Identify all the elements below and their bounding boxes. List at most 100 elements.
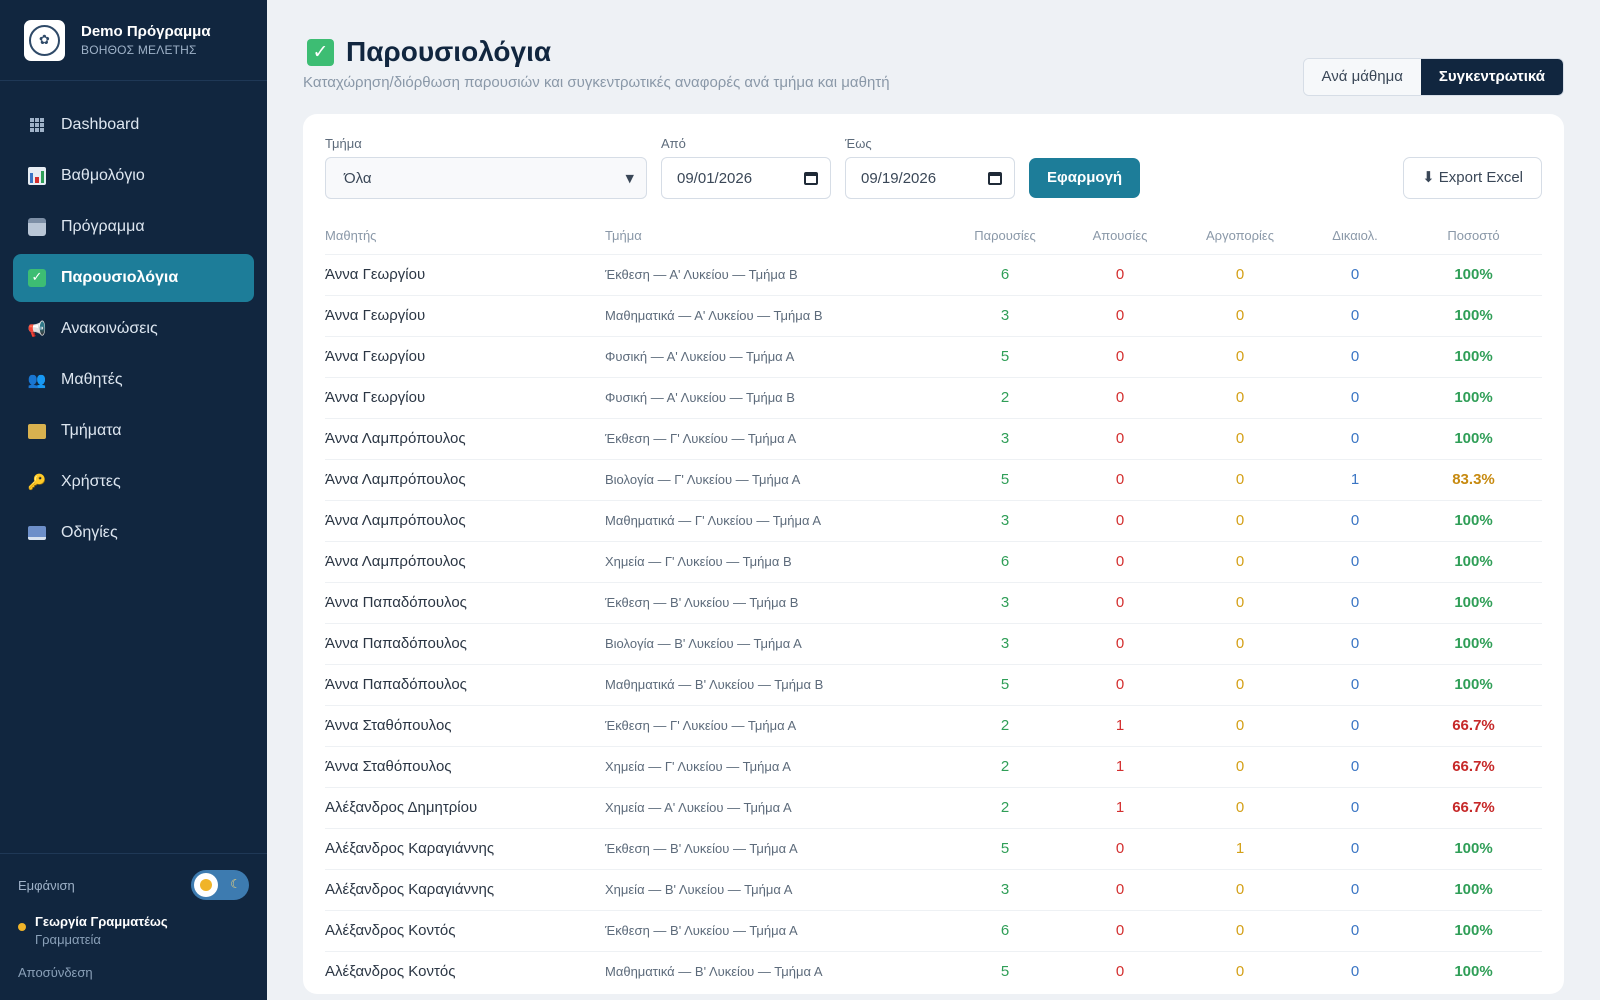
cell-present: 5	[945, 950, 1065, 992]
cell-late: 0	[1175, 335, 1305, 377]
from-date-input[interactable]: 09/01/2026	[661, 157, 831, 199]
calendar-icon[interactable]	[988, 171, 1002, 185]
filter-bar: Τμήμα Όλα ▼ Από 09/01/2026 Έως 09/19/202…	[325, 136, 1542, 199]
book-icon	[27, 523, 47, 543]
export-excel-button[interactable]: ⬇ Export Excel	[1403, 157, 1542, 199]
table-row[interactable]: Άννα Λαμπρόπουλος Μαθηματικά — Γ' Λυκείου…	[325, 499, 1542, 541]
moon-icon: ☾	[230, 877, 241, 891]
cell-class: Μαθηματικά — Γ' Λυκείου — Τμήμα Α	[605, 499, 945, 541]
table-row[interactable]: Άννα Λαμπρόπουλος Χημεία — Γ' Λυκείου — Τ…	[325, 540, 1542, 582]
cell-late: 0	[1175, 622, 1305, 664]
table-row[interactable]: Άννα Παπαδόπουλος Βιολογία — Β' Λυκείου —…	[325, 622, 1542, 664]
cell-justified: 0	[1305, 499, 1405, 541]
col-present[interactable]: Παρουσίες	[945, 217, 1065, 254]
cell-absent: 0	[1065, 663, 1175, 705]
col-absent[interactable]: Απουσίες	[1065, 217, 1175, 254]
table-row[interactable]: Άννα Λαμπρόπουλος Έκθεση — Γ' Λυκείου — Τ…	[325, 417, 1542, 459]
cell-class: Έκθεση — Β' Λυκείου — Τμήμα Α	[605, 909, 945, 951]
table-row[interactable]: Αλέξανδρος Κοντός Έκθεση — Β' Λυκείου — Τ…	[325, 909, 1542, 951]
cell-late: 1	[1175, 827, 1305, 869]
cell-absent: 1	[1065, 704, 1175, 746]
to-date-value: 09/19/2026	[861, 169, 937, 187]
table-row[interactable]: Άννα Γεωργίου Φυσική — Α' Λυκείου — Τμήμα…	[325, 335, 1542, 377]
to-date-label: Έως	[845, 136, 872, 151]
tab-per-lesson[interactable]: Ανά μάθημα	[1303, 59, 1421, 95]
sidebar-item-schedule[interactable]: Πρόγραμμα	[13, 203, 254, 251]
sidebar-item-users[interactable]: 🔑 Χρήστες	[13, 458, 254, 506]
sidebar-item-instructions[interactable]: Οδηγίες	[13, 509, 254, 557]
cell-justified: 0	[1305, 335, 1405, 377]
table-row[interactable]: Αλέξανδρος Καραγιάννης Χημεία — Β' Λυκείο…	[325, 868, 1542, 910]
sidebar: ✿ Demo Πρόγραμμα ΒΟΗΘΟΣ ΜΕΛΕΤΗΣ Dashboar…	[0, 0, 267, 1000]
col-student[interactable]: Μαθητής	[325, 217, 605, 254]
cell-class: Μαθηματικά — Β' Λυκείου — Τμήμα Β	[605, 663, 945, 705]
class-filter-label: Τμήμα	[325, 136, 362, 151]
cell-justified: 0	[1305, 540, 1405, 582]
table-row[interactable]: Αλέξανδρος Καραγιάννης Έκθεση — Β' Λυκείο…	[325, 827, 1542, 869]
sidebar-item-gradebook[interactable]: Βαθμολόγιο	[13, 152, 254, 200]
sidebar-item-classes[interactable]: Τμήματα	[13, 407, 254, 455]
sidebar-item-attendance[interactable]: ✓ Παρουσιολόγια	[13, 254, 254, 302]
cell-present: 2	[945, 376, 1065, 418]
col-percent[interactable]: Ποσοστό	[1405, 217, 1542, 254]
cell-student: Άννα Λαμπρόπουλος	[325, 417, 605, 459]
cell-percent: 100%	[1405, 335, 1542, 377]
cell-present: 5	[945, 827, 1065, 869]
cell-student: Άννα Σταθόπουλος	[325, 745, 605, 787]
sidebar-item-dashboard[interactable]: Dashboard	[13, 101, 254, 149]
table-row[interactable]: Άννα Γεωργίου Έκθεση — Α' Λυκείου — Τμήμα…	[325, 253, 1542, 295]
cell-late: 0	[1175, 745, 1305, 787]
table-row[interactable]: Άννα Σταθόπουλος Χημεία — Γ' Λυκείου — Τμ…	[325, 745, 1542, 787]
cell-absent: 0	[1065, 253, 1175, 295]
logout-link[interactable]: Αποσύνδεση	[18, 965, 249, 980]
table-row[interactable]: Άννα Σταθόπουλος Έκθεση — Γ' Λυκείου — Τμ…	[325, 704, 1542, 746]
cell-absent: 0	[1065, 581, 1175, 623]
cell-late: 0	[1175, 458, 1305, 500]
cell-present: 3	[945, 417, 1065, 459]
table-row[interactable]: Αλέξανδρος Κοντός Μαθηματικά — Β' Λυκείου…	[325, 950, 1542, 992]
cell-late: 0	[1175, 950, 1305, 992]
table-row[interactable]: Άννα Γεωργίου Μαθηματικά — Α' Λυκείου — Τ…	[325, 294, 1542, 336]
table-body: Άννα Γεωργίου Έκθεση — Α' Λυκείου — Τμήμα…	[325, 253, 1542, 992]
cell-late: 0	[1175, 253, 1305, 295]
cell-student: Άννα Λαμπρόπουλος	[325, 540, 605, 582]
table-row[interactable]: Άννα Λαμπρόπουλος Βιολογία — Γ' Λυκείου —…	[325, 458, 1542, 500]
apply-button[interactable]: Εφαρμογή	[1029, 158, 1141, 198]
cell-justified: 0	[1305, 950, 1405, 992]
sidebar-item-students[interactable]: 👥 Μαθητές	[13, 356, 254, 404]
cell-percent: 100%	[1405, 499, 1542, 541]
col-late[interactable]: Αργοπορίες	[1175, 217, 1305, 254]
cell-late: 0	[1175, 499, 1305, 541]
table-row[interactable]: Άννα Παπαδόπουλος Μαθηματικά — Β' Λυκείου…	[325, 663, 1542, 705]
calendar-icon[interactable]	[804, 171, 818, 185]
user-name: Γεωργία Γραμματέως	[35, 914, 168, 929]
class-select[interactable]: Όλα ▼	[325, 157, 647, 199]
tab-summary[interactable]: Συγκεντρωτικά	[1420, 59, 1563, 95]
cell-class: Χημεία — Γ' Λυκείου — Τμήμα Α	[605, 745, 945, 787]
attendance-table: Μαθητής Τμήμα Παρουσίες Απουσίες Αργοπορ…	[325, 217, 1542, 992]
sidebar-item-announcements[interactable]: 📢 Ανακοινώσεις	[13, 305, 254, 353]
cell-justified: 1	[1305, 458, 1405, 500]
cell-class: Βιολογία — Γ' Λυκείου — Τμήμα Α	[605, 458, 945, 500]
table-row[interactable]: Άννα Γεωργίου Φυσική — Α' Λυκείου — Τμήμα…	[325, 376, 1542, 418]
table-row[interactable]: Άννα Παπαδόπουλος Έκθεση — Β' Λυκείου — Τ…	[325, 581, 1542, 623]
to-date-input[interactable]: 09/19/2026	[845, 157, 1015, 199]
cell-justified: 0	[1305, 663, 1405, 705]
cell-class: Έκθεση — Γ' Λυκείου — Τμήμα Α	[605, 704, 945, 746]
cell-present: 5	[945, 458, 1065, 500]
cell-percent: 100%	[1405, 950, 1542, 992]
table-row[interactable]: Αλέξανδρος Δημητρίου Χημεία — Α' Λυκείου …	[325, 786, 1542, 828]
cell-class: Φυσική — Α' Λυκείου — Τμήμα Β	[605, 376, 945, 418]
cell-present: 2	[945, 786, 1065, 828]
cell-justified: 0	[1305, 704, 1405, 746]
main-content: ✓ Παρουσιολόγια Καταχώρηση/διόρθωση παρο…	[267, 0, 1600, 1000]
cell-class: Χημεία — Α' Λυκείου — Τμήμα Α	[605, 786, 945, 828]
status-dot	[18, 923, 26, 931]
cell-percent: 100%	[1405, 376, 1542, 418]
theme-toggle[interactable]: ☾	[191, 870, 249, 900]
col-justified[interactable]: Δικαιολ.	[1305, 217, 1405, 254]
col-class[interactable]: Τμήμα	[605, 217, 945, 254]
table-header-row: Μαθητής Τμήμα Παρουσίες Απουσίες Αργοπορ…	[325, 217, 1542, 254]
appearance-label: Εμφάνιση	[18, 877, 75, 893]
cell-absent: 1	[1065, 786, 1175, 828]
